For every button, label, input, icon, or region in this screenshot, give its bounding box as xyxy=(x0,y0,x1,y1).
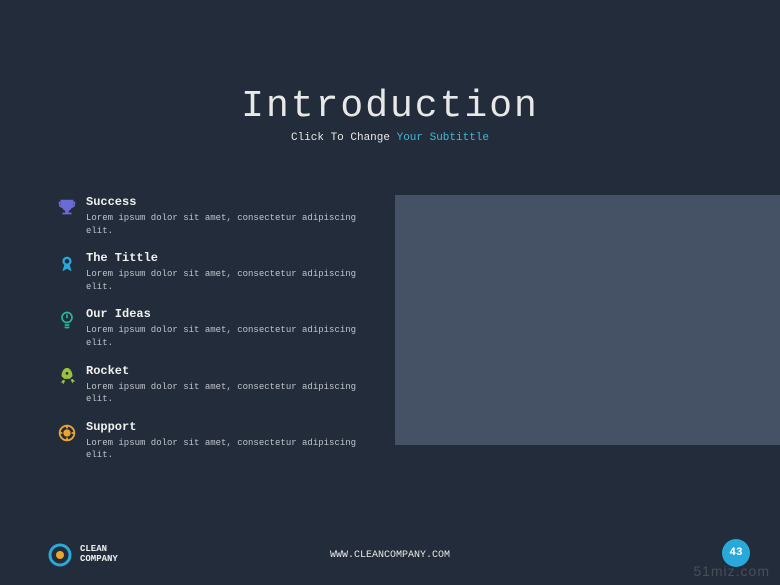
bulb-icon xyxy=(48,307,86,331)
brand-line2: COMPANY xyxy=(80,555,118,565)
list-item: Rocket Lorem ipsum dolor sit amet, conse… xyxy=(48,364,368,406)
item-title: Success xyxy=(86,195,368,209)
rocket-icon xyxy=(48,364,86,388)
item-desc: Lorem ipsum dolor sit amet, consectetur … xyxy=(86,212,368,237)
item-text: The Tittle Lorem ipsum dolor sit amet, c… xyxy=(86,251,368,293)
logo-icon xyxy=(48,543,72,567)
footer: CLEAN COMPANY WWW.CLEANCOMPANY.COM 43 xyxy=(0,527,780,567)
list-item: Success Lorem ipsum dolor sit amet, cons… xyxy=(48,195,368,237)
list-item: Support Lorem ipsum dolor sit amet, cons… xyxy=(48,420,368,462)
image-placeholder[interactable] xyxy=(395,195,780,445)
item-text: Rocket Lorem ipsum dolor sit amet, conse… xyxy=(86,364,368,406)
list-item: Our Ideas Lorem ipsum dolor sit amet, co… xyxy=(48,307,368,349)
brand-logo: CLEAN COMPANY xyxy=(48,543,118,567)
item-desc: Lorem ipsum dolor sit amet, consectetur … xyxy=(86,437,368,462)
page-title: Introduction xyxy=(0,85,780,128)
item-text: Support Lorem ipsum dolor sit amet, cons… xyxy=(86,420,368,462)
ribbon-icon xyxy=(48,251,86,275)
item-title: The Tittle xyxy=(86,251,368,265)
support-icon xyxy=(48,420,86,444)
item-desc: Lorem ipsum dolor sit amet, consectetur … xyxy=(86,381,368,406)
item-text: Success Lorem ipsum dolor sit amet, cons… xyxy=(86,195,368,237)
brand-text: CLEAN COMPANY xyxy=(80,545,118,565)
footer-url: WWW.CLEANCOMPANY.COM xyxy=(330,550,450,561)
trophy-icon xyxy=(48,195,86,219)
subtitle-prefix: Click To Change xyxy=(291,132,397,144)
item-title: Support xyxy=(86,420,368,434)
item-desc: Lorem ipsum dolor sit amet, consectetur … xyxy=(86,268,368,293)
item-title: Our Ideas xyxy=(86,307,368,321)
subtitle[interactable]: Click To Change Your Subtittle xyxy=(0,132,780,144)
item-desc: Lorem ipsum dolor sit amet, consectetur … xyxy=(86,324,368,349)
item-text: Our Ideas Lorem ipsum dolor sit amet, co… xyxy=(86,307,368,349)
header: Introduction Click To Change Your Subtit… xyxy=(0,0,780,144)
item-title: Rocket xyxy=(86,364,368,378)
list-item: The Tittle Lorem ipsum dolor sit amet, c… xyxy=(48,251,368,293)
page-number-badge: 43 xyxy=(722,539,750,567)
feature-list: Success Lorem ipsum dolor sit amet, cons… xyxy=(48,195,368,476)
subtitle-accent: Your Subtittle xyxy=(397,132,489,144)
